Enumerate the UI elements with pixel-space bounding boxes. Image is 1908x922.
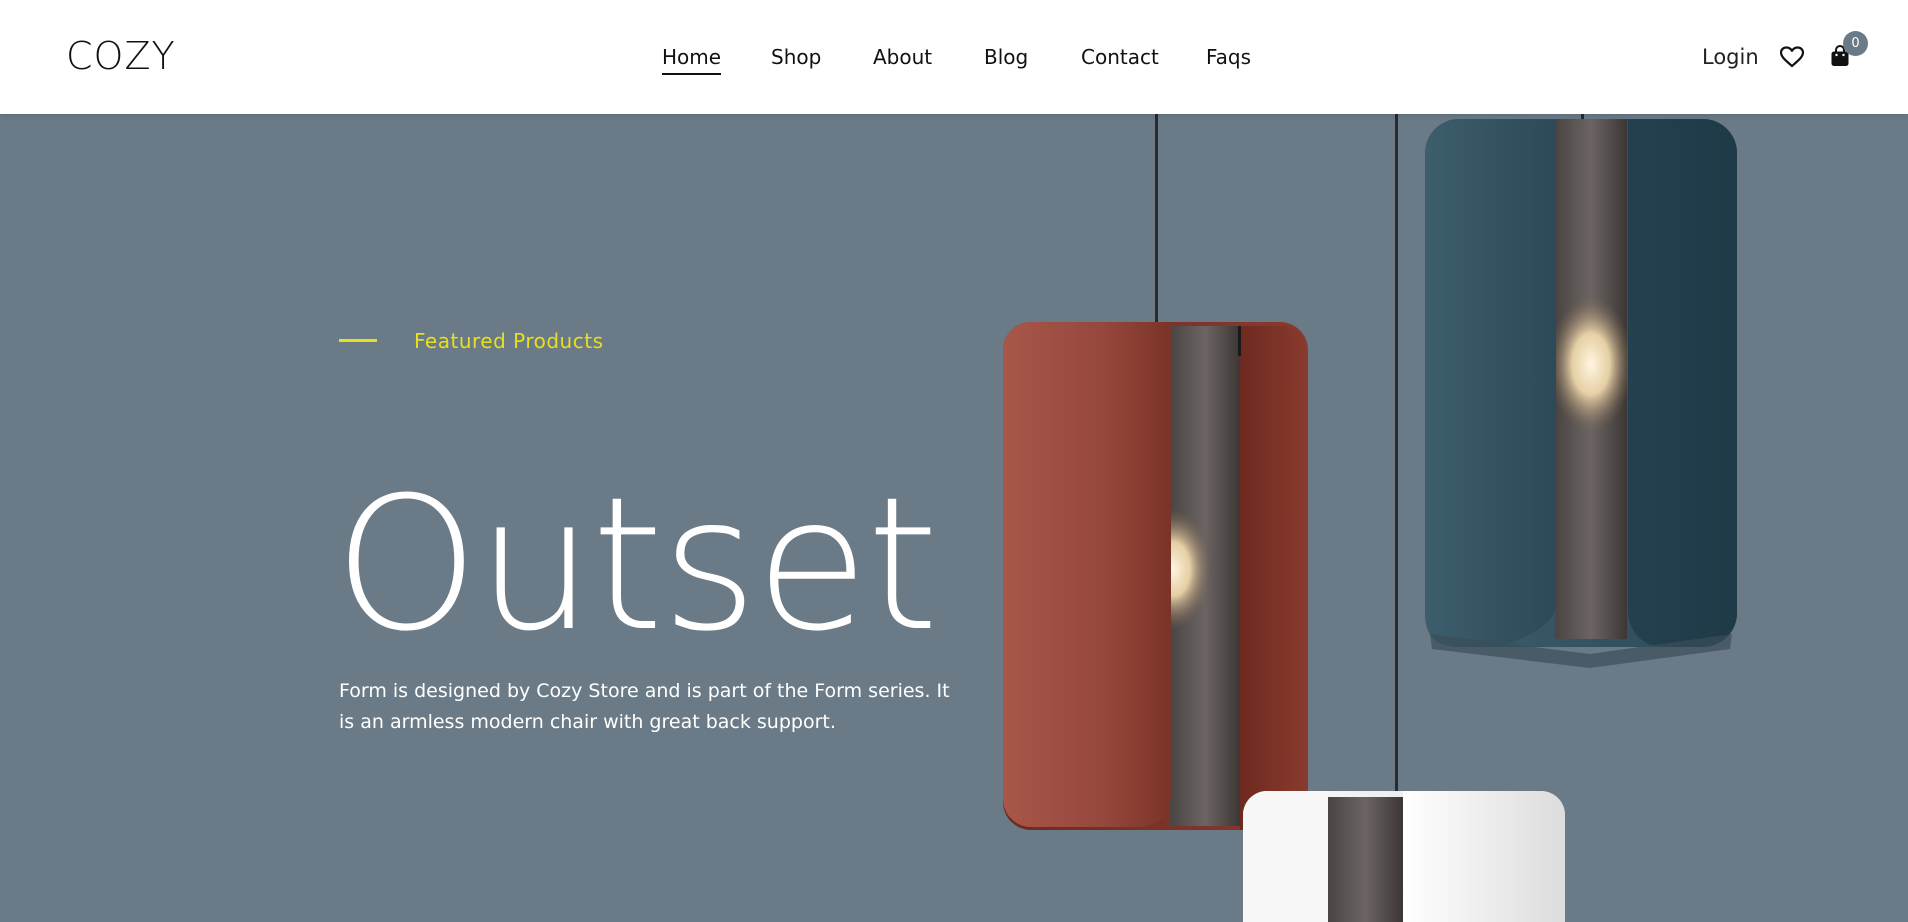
hero-banner: Featured Products Outset Form is designe… (0, 114, 1908, 922)
hero-description: Form is designed by Cozy Store and is pa… (339, 680, 950, 733)
heart-icon[interactable] (1779, 46, 1805, 68)
main-nav: Home Shop About Blog Contact Faqs (0, 0, 1908, 114)
site-header: COZY Home Shop About Blog Contact Faqs L… (0, 0, 1908, 114)
nav-item-home[interactable]: Home (662, 43, 722, 75)
cart-count-badge: 0 (1843, 31, 1868, 56)
hero-title: Outset (334, 458, 939, 672)
nav-item-blog[interactable]: Blog (984, 43, 1028, 71)
hero-tagline: Featured Products (414, 329, 604, 353)
tagline-accent-line (339, 339, 377, 342)
nav-item-faqs[interactable]: Faqs (1206, 43, 1251, 71)
nav-item-about[interactable]: About (873, 43, 932, 71)
pendant-lamps-image (1003, 114, 1737, 922)
nav-item-shop[interactable]: Shop (771, 43, 821, 71)
nav-item-contact[interactable]: Contact (1081, 43, 1159, 71)
login-link[interactable]: Login (1702, 43, 1759, 71)
